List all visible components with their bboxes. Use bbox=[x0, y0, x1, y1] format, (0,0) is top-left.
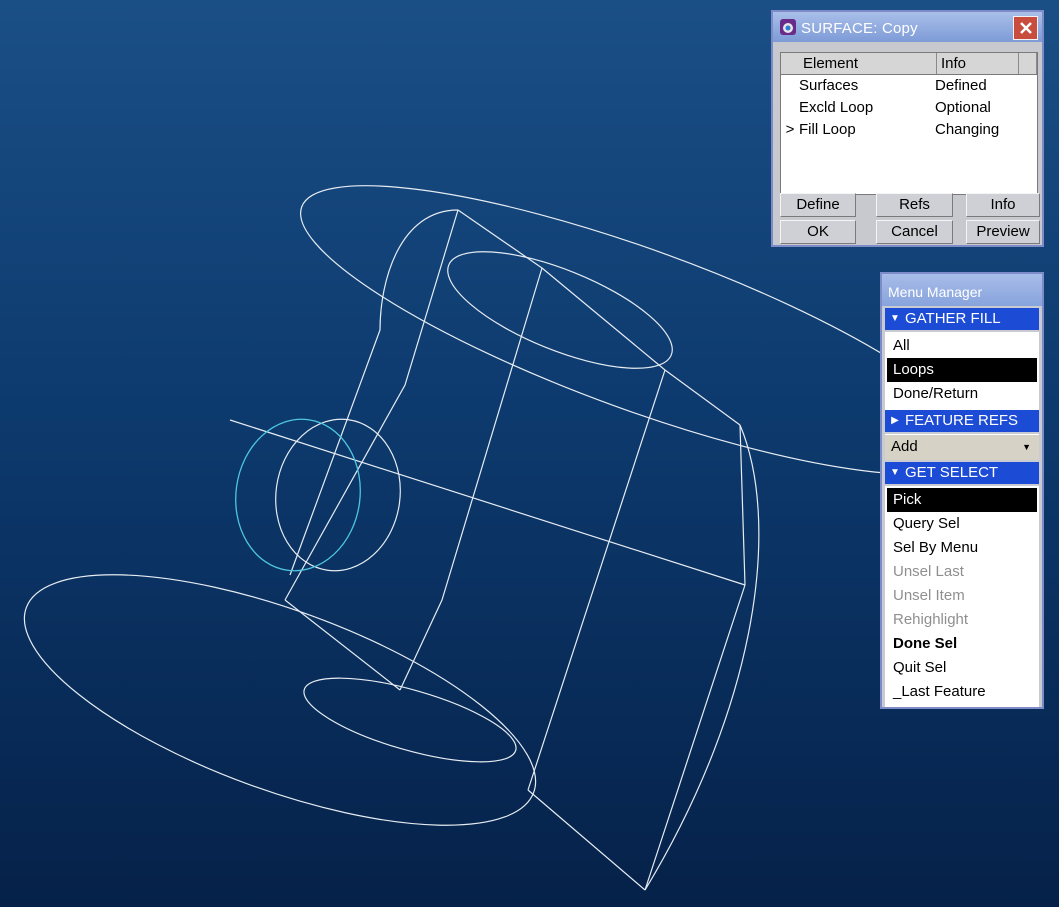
gather-fill-header[interactable]: ▼ GATHER FILL bbox=[885, 308, 1039, 330]
ok-button[interactable]: OK bbox=[780, 220, 856, 244]
element-table: Element Info Surfaces Defined Excld Loop… bbox=[780, 52, 1038, 195]
table-row[interactable]: Surfaces Defined bbox=[781, 75, 1037, 97]
top-inner-ellipse bbox=[447, 251, 673, 369]
curved-back-surface bbox=[289, 209, 459, 576]
row-element: Fill Loop bbox=[799, 121, 856, 138]
get-select-label: GET SELECT bbox=[905, 464, 999, 481]
table-row[interactable]: > Fill Loop Changing bbox=[781, 119, 1037, 141]
dialog-title: SURFACE: Copy bbox=[801, 20, 918, 37]
feature-refs-dropdown[interactable]: Add ▼ bbox=[885, 434, 1039, 460]
app-icon bbox=[780, 19, 796, 35]
menu-item-last-feature[interactable]: _Last Feature bbox=[887, 680, 1037, 704]
element-table-header: Element Info bbox=[781, 53, 1037, 75]
row-marker bbox=[781, 75, 799, 97]
feature-refs-header[interactable]: ▶ FEATURE REFS bbox=[885, 410, 1039, 432]
menu-item-sel-by-menu[interactable]: Sel By Menu bbox=[887, 536, 1037, 560]
row-element: Surfaces bbox=[799, 77, 859, 94]
box-edges bbox=[229, 209, 746, 891]
close-button[interactable] bbox=[1013, 16, 1038, 40]
menu-item-rehighlight: Rehighlight bbox=[893, 611, 969, 628]
menu-item-query-sel[interactable]: Query Sel bbox=[887, 512, 1037, 536]
row-info: Optional bbox=[935, 99, 991, 116]
define-button[interactable]: Define bbox=[780, 193, 856, 217]
preview-button[interactable]: Preview bbox=[966, 220, 1040, 244]
menu-item-unsel-last: Unsel Last bbox=[893, 563, 964, 580]
row-info: Defined bbox=[935, 77, 987, 94]
menu-item-done-return[interactable]: Done/Return bbox=[887, 382, 1037, 406]
info-button[interactable]: Info bbox=[966, 193, 1040, 217]
triangle-down-icon: ▼ bbox=[890, 313, 900, 324]
triangle-right-icon: ▶ bbox=[891, 415, 899, 426]
dropdown-value: Add bbox=[891, 438, 918, 455]
bottom-ellipse bbox=[23, 574, 537, 826]
gather-fill-list: All Loops Done/Return bbox=[885, 332, 1039, 412]
bottom-inner-ellipse bbox=[303, 677, 517, 763]
get-select-header[interactable]: ▼ GET SELECT bbox=[885, 462, 1039, 484]
menu-manager-panel: Menu Manager ▼ GATHER FILL All Loops Don… bbox=[880, 272, 1044, 709]
menu-item-done-sel[interactable]: Done Sel bbox=[887, 632, 1037, 656]
row-marker: > bbox=[785, 121, 795, 138]
column-header-element[interactable]: Element bbox=[781, 53, 937, 74]
feature-refs-label: FEATURE REFS bbox=[905, 412, 1019, 429]
triangle-down-icon: ▼ bbox=[890, 467, 900, 478]
row-element: Excld Loop bbox=[799, 99, 874, 116]
cancel-button[interactable]: Cancel bbox=[876, 220, 953, 244]
column-header-spacer bbox=[1019, 53, 1037, 74]
menu-item-all[interactable]: All bbox=[887, 334, 1037, 358]
get-select-list: Pick Query Sel Sel By Menu Unsel Last Un… bbox=[885, 486, 1039, 707]
dropdown-arrow-icon: ▼ bbox=[1022, 442, 1031, 452]
refs-button[interactable]: Refs bbox=[876, 193, 953, 217]
table-row[interactable]: Excld Loop Optional bbox=[781, 97, 1037, 119]
menu-manager-title[interactable]: Menu Manager bbox=[882, 274, 1042, 306]
hole-circle-front bbox=[275, 418, 401, 572]
surface-copy-dialog: SURFACE: Copy Element Info Surfaces Defi… bbox=[771, 10, 1044, 247]
menu-item-quit-sel[interactable]: Quit Sel bbox=[887, 656, 1037, 680]
close-icon bbox=[1019, 22, 1032, 34]
dialog-titlebar[interactable]: SURFACE: Copy bbox=[773, 12, 1042, 42]
menu-item-loops[interactable]: Loops bbox=[887, 358, 1037, 382]
column-header-info[interactable]: Info bbox=[937, 53, 1019, 74]
menu-item-unsel-item: Unsel Item bbox=[893, 587, 965, 604]
row-info: Changing bbox=[935, 121, 1000, 138]
row-marker bbox=[781, 97, 799, 119]
menu-item-pick[interactable]: Pick bbox=[887, 488, 1037, 512]
gather-fill-label: GATHER FILL bbox=[905, 310, 1001, 327]
